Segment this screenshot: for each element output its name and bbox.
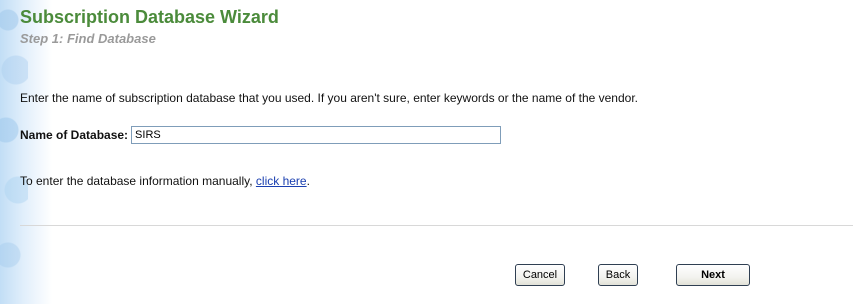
database-name-input[interactable] xyxy=(131,126,502,144)
cancel-button[interactable]: Cancel xyxy=(515,264,565,286)
step-title: Step 1: Find Database xyxy=(20,31,156,46)
instruction-text: Enter the name of subscription database … xyxy=(20,91,638,105)
database-field-row: Name of Database: xyxy=(20,124,502,146)
wizard-panel: Subscription Database Wizard Step 1: Fin… xyxy=(20,0,853,304)
divider xyxy=(20,225,853,226)
wizard-title: Subscription Database Wizard xyxy=(20,7,279,27)
database-name-label: Name of Database: xyxy=(20,128,129,142)
back-button[interactable]: Back xyxy=(598,264,638,286)
manual-entry-period: . xyxy=(306,174,310,188)
next-button[interactable]: Next xyxy=(676,264,750,286)
manual-entry-text: To enter the database information manual… xyxy=(20,174,256,188)
manual-entry-line: To enter the database information manual… xyxy=(20,174,310,188)
manual-entry-link[interactable]: click here xyxy=(256,174,307,188)
